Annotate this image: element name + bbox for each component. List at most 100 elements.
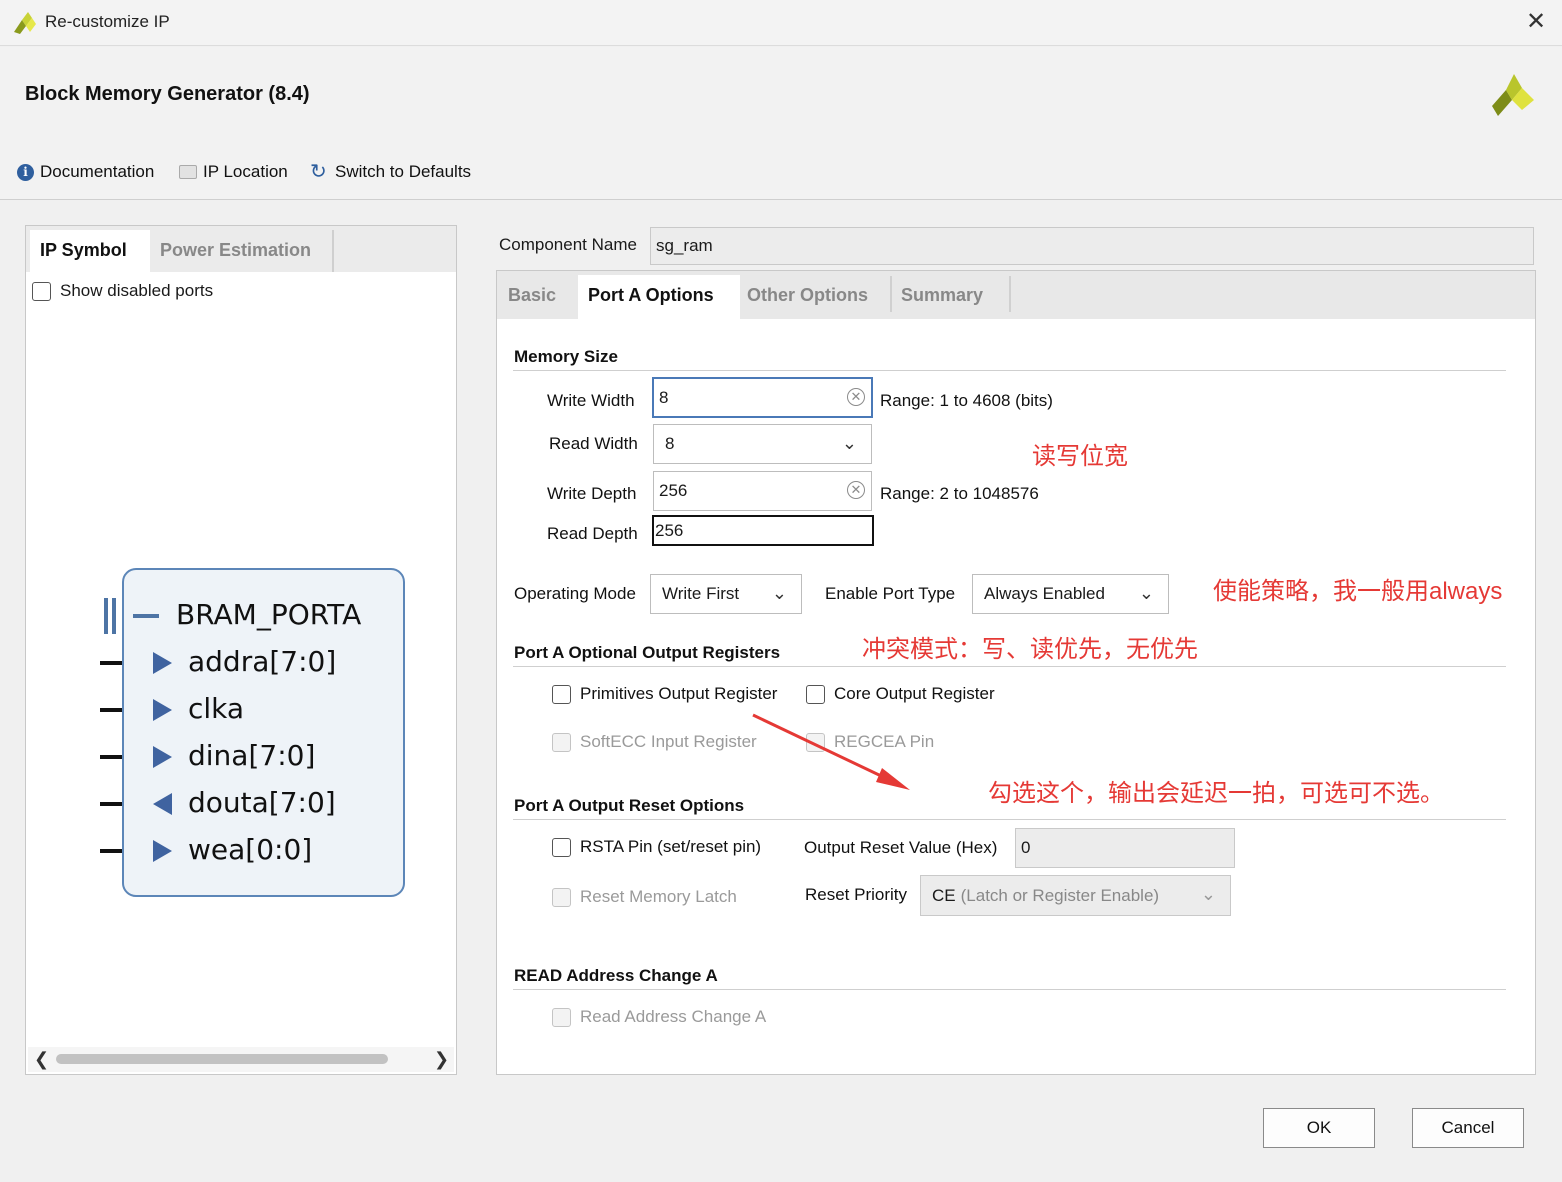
clear-icon[interactable]: ✕	[847, 481, 865, 499]
core-output-register-label: Core Output Register	[834, 684, 995, 703]
switch-defaults-label: Switch to Defaults	[335, 162, 472, 181]
chevron-down-icon: ⌄	[771, 583, 787, 603]
switch-defaults-button[interactable]: ↻ Switch to Defaults	[310, 160, 471, 184]
read-width-value: 8	[665, 434, 675, 453]
read-address-change-label: Read Address Change A	[580, 1007, 767, 1026]
enable-port-type-label: Enable Port Type	[825, 584, 956, 603]
rsta-pin-checkbox[interactable]: RSTA Pin (set/reset pin)	[552, 837, 761, 857]
write-depth-input[interactable]: 256 ✕	[653, 471, 872, 511]
info-icon: i	[17, 163, 34, 181]
port-label: dina[7:0]	[188, 739, 316, 772]
read-depth-field: 256	[652, 515, 874, 546]
ip-location-button[interactable]: IP Location	[179, 160, 288, 184]
bus-bars-icon	[104, 598, 120, 634]
port-pin	[100, 802, 122, 806]
optional-registers-title: Port A Optional Output Registers	[514, 643, 781, 662]
horizontal-scrollbar[interactable]: ❮ ❯	[28, 1047, 454, 1072]
port-pin	[100, 849, 122, 853]
folder-icon	[179, 165, 197, 179]
port-label: clka	[188, 692, 245, 725]
operating-mode-select[interactable]: Write First ⌄	[650, 574, 802, 614]
chevron-down-icon: ⌄	[841, 433, 857, 453]
show-disabled-ports-checkbox[interactable]: Show disabled ports	[32, 281, 213, 301]
window-title: Re-customize IP	[45, 12, 170, 31]
primitives-output-register-checkbox[interactable]: Primitives Output Register	[552, 684, 777, 704]
ip-location-label: IP Location	[203, 162, 288, 181]
annotation-width: 读写位宽	[1032, 443, 1128, 470]
output-reset-value-label: Output Reset Value (Hex)	[804, 838, 998, 857]
input-arrow-icon	[153, 746, 172, 768]
annotation-enable: 使能策略，我一般用always	[1213, 578, 1503, 605]
checkbox-box	[552, 1007, 571, 1027]
cancel-button[interactable]: Cancel	[1412, 1108, 1524, 1148]
memory-size-title: Memory Size	[514, 347, 618, 366]
port-pin	[100, 661, 122, 665]
chevron-down-icon: ⌄	[1200, 884, 1216, 904]
section-divider	[513, 819, 1506, 820]
write-depth-label: Write Depth	[547, 484, 637, 503]
tab-separator	[1009, 276, 1011, 312]
enable-port-type-value: Always Enabled	[984, 584, 1105, 603]
checkbox-box	[552, 887, 571, 907]
write-width-value: 8	[659, 387, 669, 407]
chevron-down-icon: ⌄	[1138, 583, 1154, 603]
title-bar: Re-customize IP ✕	[0, 0, 1562, 46]
checkbox-box[interactable]	[32, 281, 51, 301]
enable-port-type-select[interactable]: Always Enabled ⌄	[972, 574, 1169, 614]
reset-options-title: Port A Output Reset Options	[514, 796, 745, 815]
refresh-icon: ↻	[310, 160, 327, 183]
read-width-select[interactable]: 8 ⌄	[653, 424, 872, 464]
bus-name: BRAM_PORTA	[176, 598, 362, 631]
softecc-input-register-label: SoftECC Input Register	[580, 732, 757, 751]
annotation-register: 勾选这个，输出会延迟一拍，可选可不选。	[988, 780, 1444, 807]
tab-ip-symbol[interactable]: IP Symbol	[30, 230, 150, 272]
checkbox-box	[552, 732, 571, 752]
port-label: douta[7:0]	[188, 786, 336, 819]
documentation-label: Documentation	[40, 162, 155, 181]
tab-port-a-options[interactable]: Port A Options	[578, 275, 740, 319]
write-depth-range: Range: 2 to 1048576	[880, 484, 1039, 503]
annotation-arrow-icon	[752, 713, 910, 790]
annotation-conflict: 冲突模式：写、读优先，无优先	[862, 636, 1198, 663]
vivado-logo-icon	[1492, 74, 1534, 116]
output-reset-value-field: 0	[1015, 828, 1235, 868]
port-label: addra[7:0]	[188, 645, 337, 678]
port-label: wea[0:0]	[188, 833, 313, 866]
tab-summary[interactable]: Summary	[891, 275, 1009, 319]
write-width-input[interactable]: 8 ✕	[652, 377, 873, 418]
tab-basic[interactable]: Basic	[498, 275, 580, 319]
collapse-bus-icon[interactable]	[133, 614, 159, 618]
port-pin	[100, 755, 122, 759]
write-depth-value: 256	[659, 481, 688, 500]
reset-priority-label: Reset Priority	[805, 885, 908, 904]
read-width-label: Read Width	[549, 434, 638, 453]
documentation-button[interactable]: i Documentation	[17, 160, 154, 184]
checkbox-box[interactable]	[806, 684, 825, 704]
checkbox-box[interactable]	[552, 837, 571, 857]
read-address-change-checkbox: Read Address Change A	[552, 1007, 766, 1027]
close-icon[interactable]: ✕	[1522, 8, 1550, 36]
checkbox-box[interactable]	[552, 684, 571, 704]
operating-mode-label: Operating Mode	[514, 584, 636, 603]
scroll-left-icon[interactable]: ❮	[34, 1049, 49, 1070]
core-output-register-checkbox[interactable]: Core Output Register	[806, 684, 995, 704]
rsta-pin-label: RSTA Pin (set/reset pin)	[580, 837, 762, 856]
operating-mode-value: Write First	[662, 584, 740, 603]
scroll-thumb[interactable]	[56, 1054, 388, 1064]
reset-memory-latch-checkbox: Reset Memory Latch	[552, 887, 737, 907]
section-divider	[513, 370, 1506, 371]
softecc-input-register-checkbox: SoftECC Input Register	[552, 732, 757, 752]
ip-title: Block Memory Generator (8.4)	[25, 83, 310, 105]
read-depth-label: Read Depth	[547, 524, 638, 543]
show-disabled-label: Show disabled ports	[60, 281, 214, 300]
primitives-output-register-label: Primitives Output Register	[580, 684, 778, 703]
tab-power-estimation[interactable]: Power Estimation	[150, 230, 334, 272]
component-name-field[interactable]: sg_ram	[650, 227, 1534, 265]
reset-priority-select: CE (Latch or Register Enable) ⌄	[920, 875, 1231, 916]
tab-other-options[interactable]: Other Options	[737, 275, 889, 319]
clear-icon[interactable]: ✕	[847, 388, 865, 406]
ok-button[interactable]: OK	[1263, 1108, 1375, 1148]
port-pin	[100, 708, 122, 712]
scroll-right-icon[interactable]: ❯	[434, 1049, 449, 1070]
read-address-change-title: READ Address Change A	[514, 966, 718, 985]
